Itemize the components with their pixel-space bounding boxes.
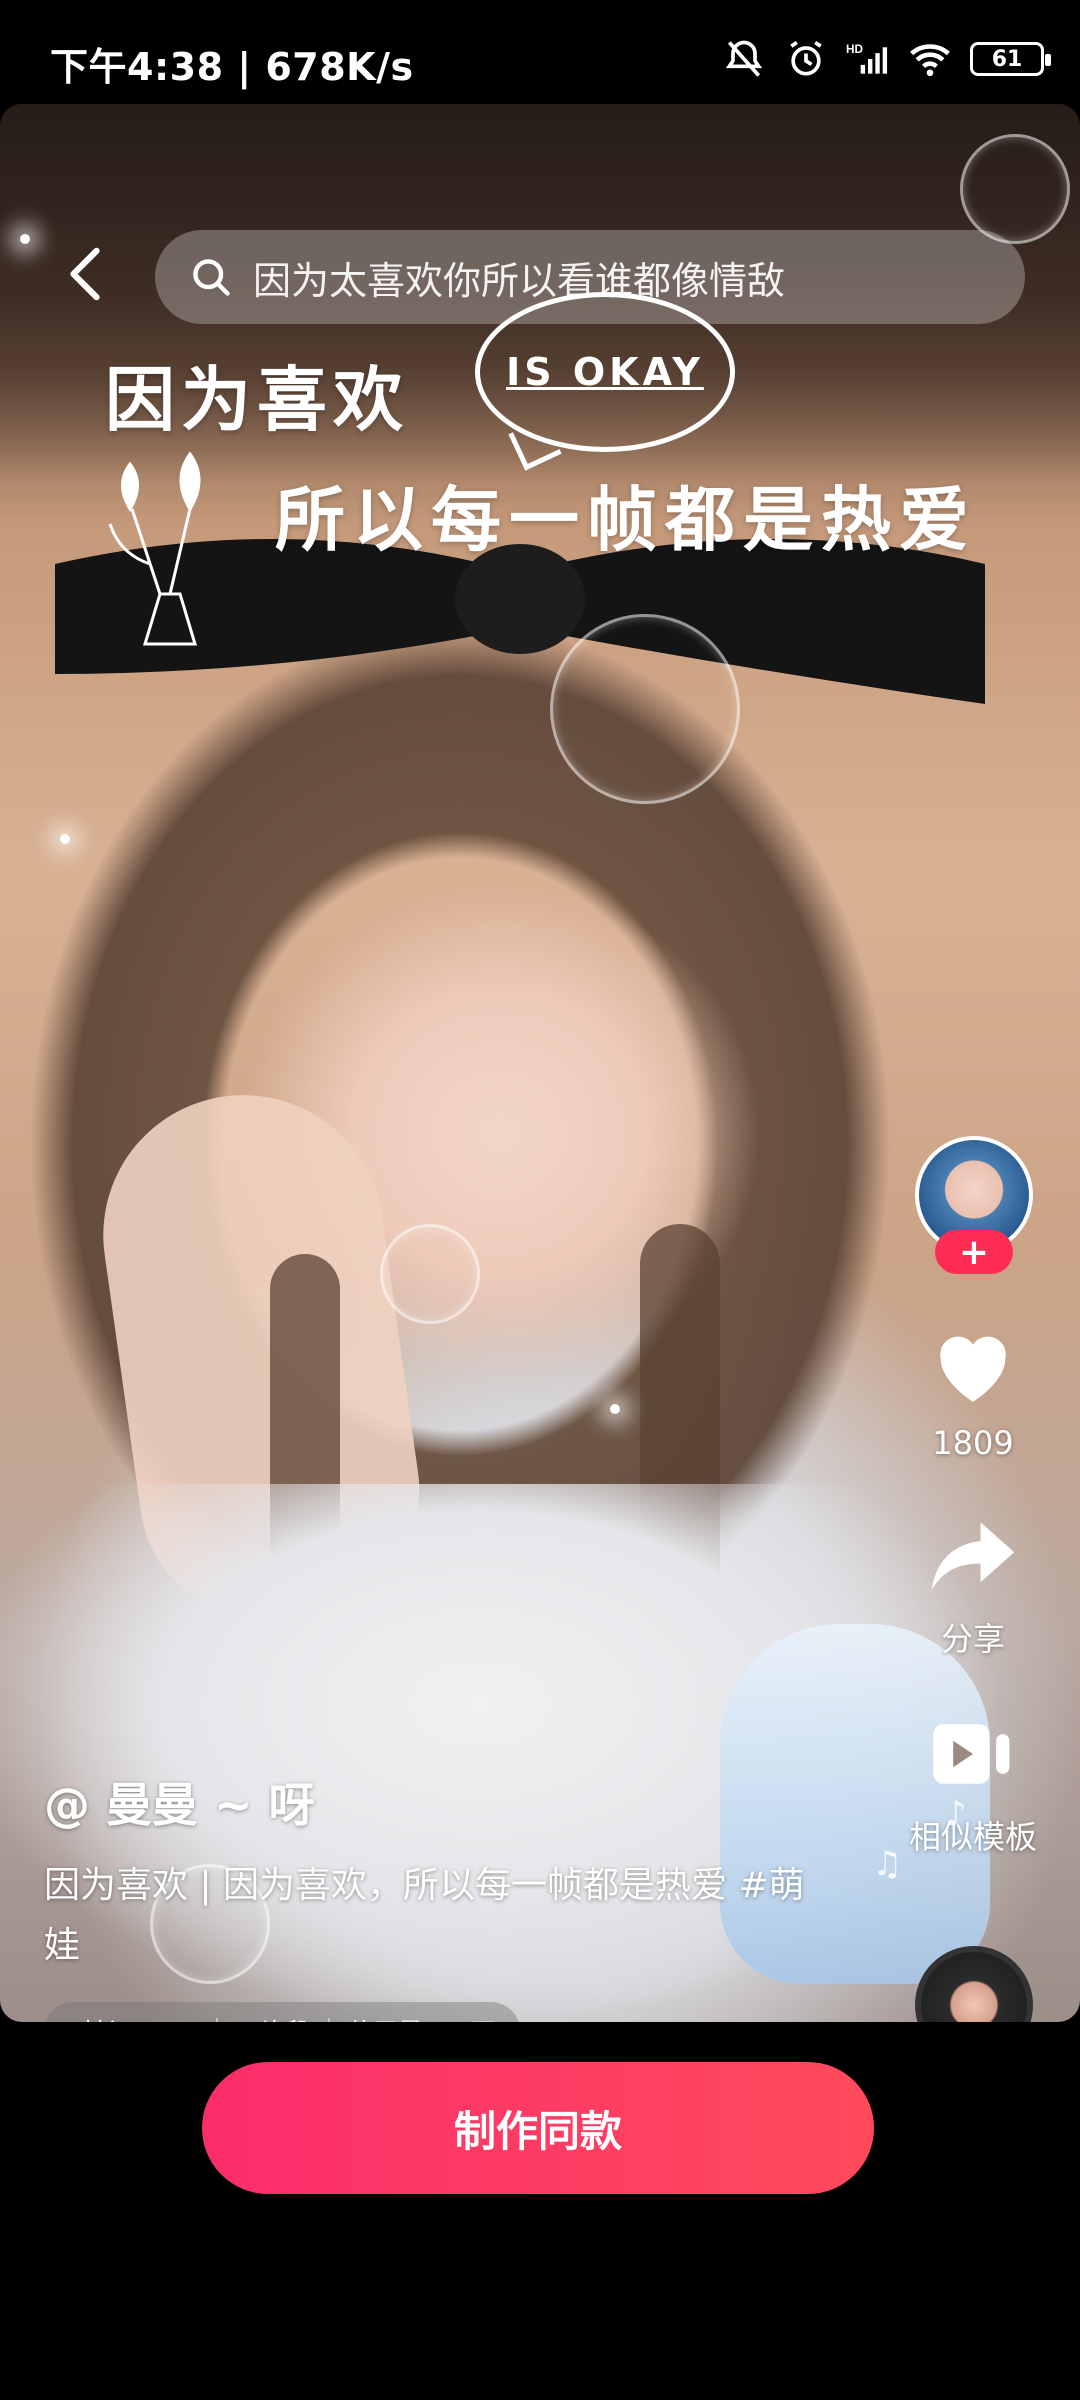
back-button[interactable] — [55, 244, 115, 304]
search-icon — [193, 259, 230, 296]
battery-level: 61 — [991, 46, 1023, 72]
share-arrow-icon — [931, 1522, 1015, 1590]
bubble-decoration — [380, 1224, 480, 1324]
mute-bell-icon — [725, 40, 763, 77]
bubble-decoration — [550, 614, 740, 804]
usage-text: 使用量 1.1万 — [348, 2013, 496, 2022]
search-query-text: 因为太喜欢你所以看谁都像情敌 — [253, 258, 786, 303]
heart-icon — [940, 1336, 1006, 1402]
similar-template-button[interactable]: 相似模板 — [893, 1714, 1053, 1858]
bubble-decoration — [960, 134, 1070, 244]
flower-doodle-icon — [108, 451, 201, 646]
follow-button[interactable]: + — [935, 1230, 1013, 1274]
meta-divider — [327, 2018, 330, 2022]
overlay-caption-line2: 所以每一帧都是热爱 — [275, 478, 977, 561]
status-bar: 下午4:38 | 678K/s HD 61 — [0, 0, 1080, 104]
svg-text:HD: HD — [846, 43, 863, 56]
like-count: 1809 — [932, 1424, 1014, 1462]
template-meta: 时长 00:09 8 片段 使用量 1.1万 — [44, 2002, 520, 2022]
overlay-caption-line1: 因为喜欢 — [105, 358, 409, 441]
alarm-icon — [790, 40, 822, 76]
like-button[interactable]: 1809 — [893, 1326, 1053, 1462]
template-label: 相似模板 — [908, 1818, 1037, 1856]
status-icons: HD 61 — [722, 36, 1051, 82]
meta-divider — [216, 2018, 218, 2022]
search-bar[interactable]: 因为太喜欢你所以看谁都像情敌 — [155, 230, 1025, 324]
signal-icon: HD — [846, 43, 888, 74]
sparkle-decoration — [610, 1404, 620, 1414]
video-player[interactable]: 因为喜欢 IS OKAY 所以每一帧都是热爱 因为太喜欢你所以看谁都像情敌 + … — [0, 104, 1080, 2022]
status-time-speed: 下午4:38 | 678K/s — [50, 45, 414, 89]
music-note-icon: ♪ — [945, 1794, 967, 1834]
battery-indicator: 61 — [970, 42, 1051, 76]
make-same-button[interactable]: 制作同款 — [202, 2062, 874, 2194]
video-template-icon — [933, 1724, 1010, 1784]
sparkle-decoration — [60, 834, 70, 844]
video-description: 因为喜欢 | 因为喜欢，所以每一帧都是热爱 #萌娃 — [44, 1865, 805, 1966]
share-button[interactable]: 分享 — [893, 1516, 1053, 1660]
segments-text: 8 片段 — [236, 2013, 310, 2022]
overlay-okay-text: IS OKAY — [506, 350, 704, 394]
duration-text: 时长 00:09 — [68, 2013, 198, 2022]
share-label: 分享 — [940, 1620, 1005, 1658]
sparkle-decoration — [20, 234, 30, 244]
wifi-icon — [910, 44, 950, 77]
creator-name[interactable]: @ 曼曼 ~ 呀 — [44, 1769, 315, 1835]
follow-plus: + — [958, 1231, 990, 1273]
music-note-icon: ♫ — [872, 1844, 903, 1884]
chevron-left-icon — [70, 247, 100, 301]
